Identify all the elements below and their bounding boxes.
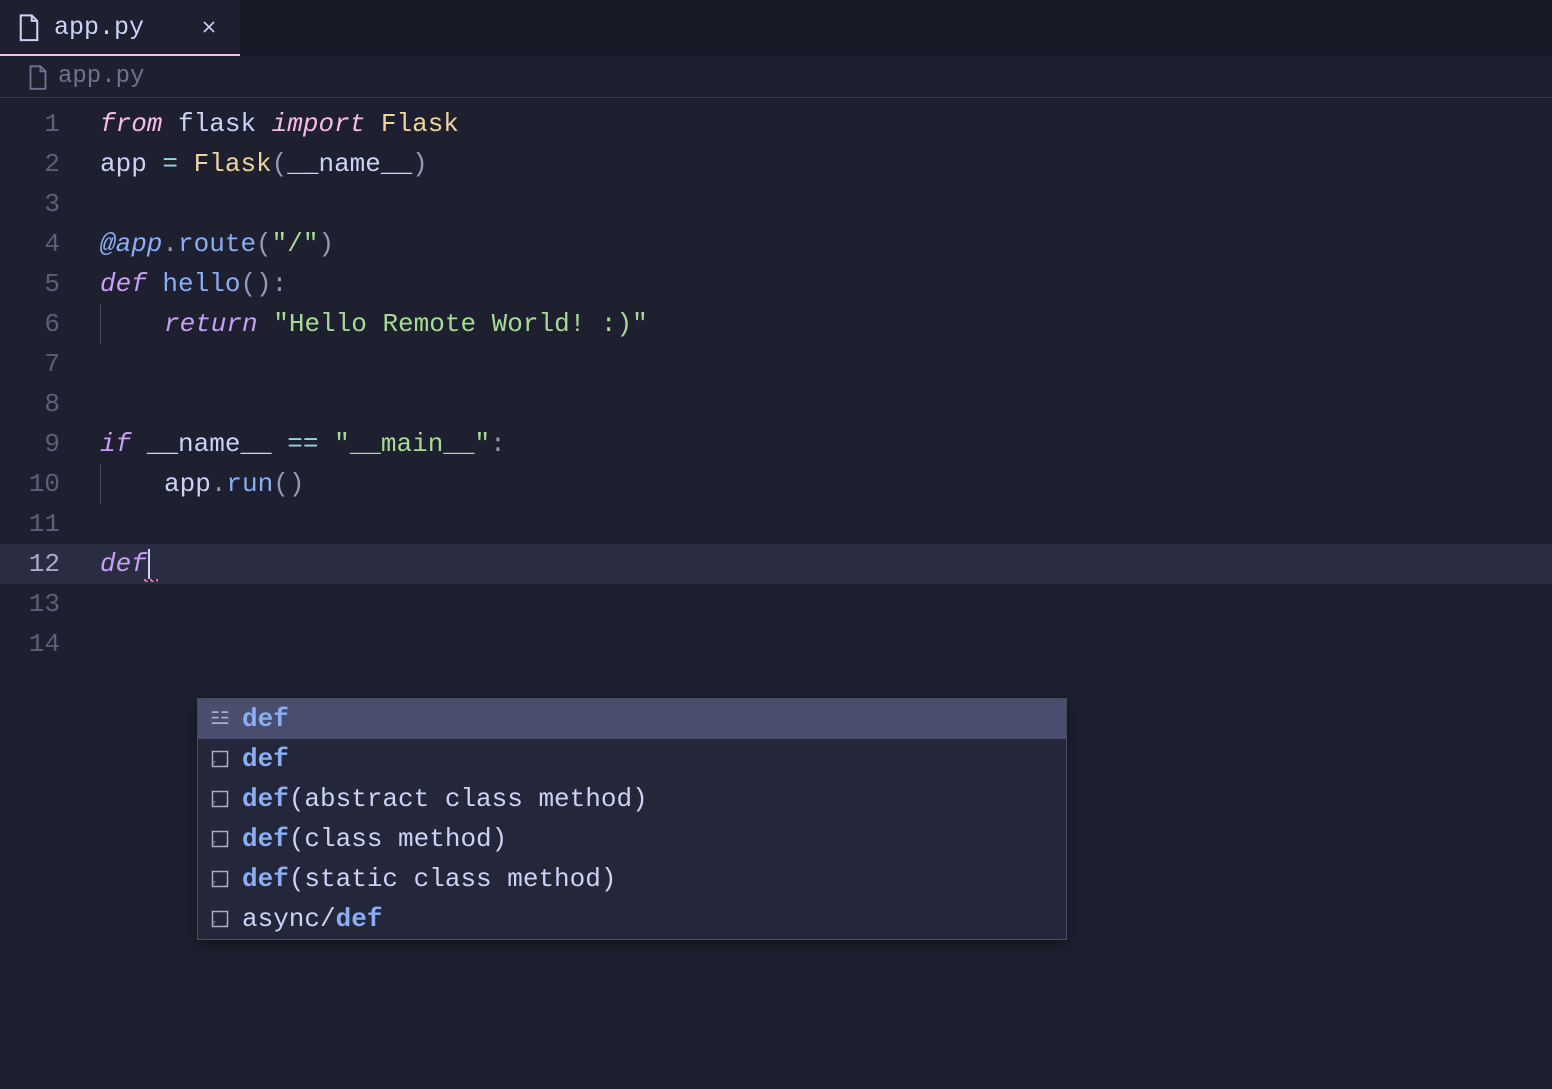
code-line: 1 from flask import Flask	[0, 104, 1552, 144]
line-number: 6	[0, 309, 100, 339]
breadcrumb-bar: app.py	[0, 56, 1552, 98]
snippet-icon	[208, 827, 232, 851]
code-line: 6 return "Hello Remote World! :)"	[0, 304, 1552, 344]
autocomplete-item[interactable]: def(class method)	[198, 819, 1066, 859]
line-number: 13	[0, 589, 100, 619]
code-line: 3	[0, 184, 1552, 224]
code-line: 8	[0, 384, 1552, 424]
line-number: 11	[0, 509, 100, 539]
file-icon	[18, 14, 40, 40]
autocomplete-item[interactable]: def(static class method)	[198, 859, 1066, 899]
autocomplete-label: def	[242, 744, 289, 774]
line-number: 2	[0, 149, 100, 179]
line-number: 3	[0, 189, 100, 219]
error-squiggle	[144, 579, 158, 582]
line-number: 12	[0, 549, 100, 579]
autocomplete-item[interactable]: def	[198, 699, 1066, 739]
snippet-icon	[208, 907, 232, 931]
code-editor[interactable]: 1 from flask import Flask 2 app = Flask(…	[0, 98, 1552, 664]
line-number: 9	[0, 429, 100, 459]
code-line: 11	[0, 504, 1552, 544]
autocomplete-label: def	[242, 704, 289, 734]
line-number: 14	[0, 629, 100, 659]
code-line: 10 app.run()	[0, 464, 1552, 504]
autocomplete-item[interactable]: def(abstract class method)	[198, 779, 1066, 819]
line-number: 8	[0, 389, 100, 419]
autocomplete-label: (class method)	[289, 824, 507, 854]
close-icon[interactable]	[196, 14, 222, 40]
line-number: 4	[0, 229, 100, 259]
snippet-icon	[208, 787, 232, 811]
breadcrumb-file: app.py	[58, 63, 144, 90]
tab-title: app.py	[54, 13, 178, 42]
editor-tab[interactable]: app.py	[0, 0, 240, 56]
snippet-icon	[208, 747, 232, 771]
code-line: 5 def hello():	[0, 264, 1552, 304]
autocomplete-label: def	[336, 904, 383, 934]
code-line: 4 @app.route("/")	[0, 224, 1552, 264]
file-icon	[28, 65, 48, 89]
breadcrumb[interactable]: app.py	[28, 63, 144, 90]
autocomplete-label: (static class method)	[289, 864, 617, 894]
autocomplete-item[interactable]: async/def	[198, 899, 1066, 939]
keyword-icon	[208, 707, 232, 731]
tab-bar: app.py	[0, 0, 1552, 56]
autocomplete-item[interactable]: def	[198, 739, 1066, 779]
code-line-current: 12 def	[0, 544, 1552, 584]
line-number: 1	[0, 109, 100, 139]
autocomplete-popup: def def def(abstract class method)	[197, 698, 1067, 940]
code-line: 14	[0, 624, 1552, 664]
line-number: 5	[0, 269, 100, 299]
text-cursor	[148, 549, 150, 579]
line-number: 10	[0, 469, 100, 499]
line-number: 7	[0, 349, 100, 379]
code-line: 2 app = Flask(__name__)	[0, 144, 1552, 184]
code-line: 9 if __name__ == "__main__":	[0, 424, 1552, 464]
snippet-icon	[208, 867, 232, 891]
autocomplete-label: (abstract class method)	[289, 784, 648, 814]
code-line: 13	[0, 584, 1552, 624]
code-line: 7	[0, 344, 1552, 384]
